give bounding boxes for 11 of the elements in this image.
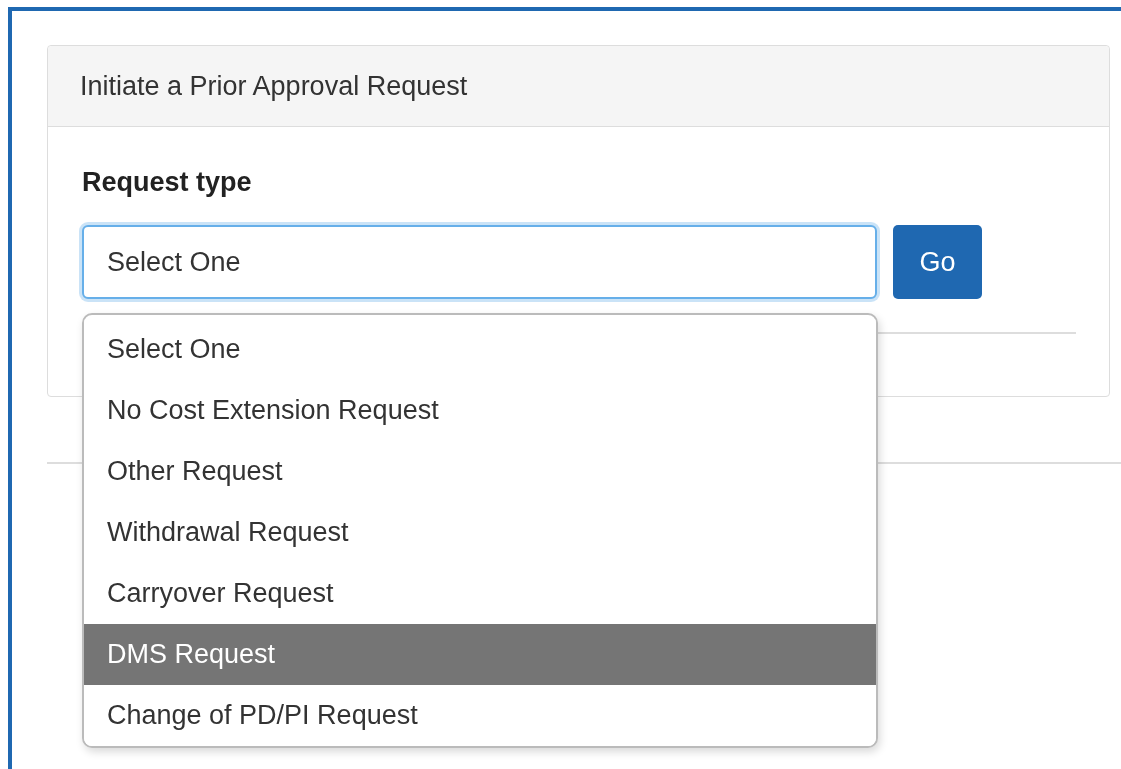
go-button[interactable]: Go [893, 225, 982, 299]
panel-title: Initiate a Prior Approval Request [48, 46, 1109, 127]
dropdown-option[interactable]: Select One [84, 319, 876, 380]
dropdown-option[interactable]: No Cost Extension Request [84, 380, 876, 441]
dropdown-option[interactable]: Withdrawal Request [84, 502, 876, 563]
dropdown-option[interactable]: Change of PD/PI Request [84, 685, 876, 746]
request-type-select[interactable]: Select One [82, 225, 877, 299]
dropdown-option[interactable]: DMS Request [84, 624, 876, 685]
dropdown-option[interactable]: Other Request [84, 441, 876, 502]
field-label: Request type [82, 167, 253, 198]
dropdown-option[interactable]: Carryover Request [84, 563, 876, 624]
